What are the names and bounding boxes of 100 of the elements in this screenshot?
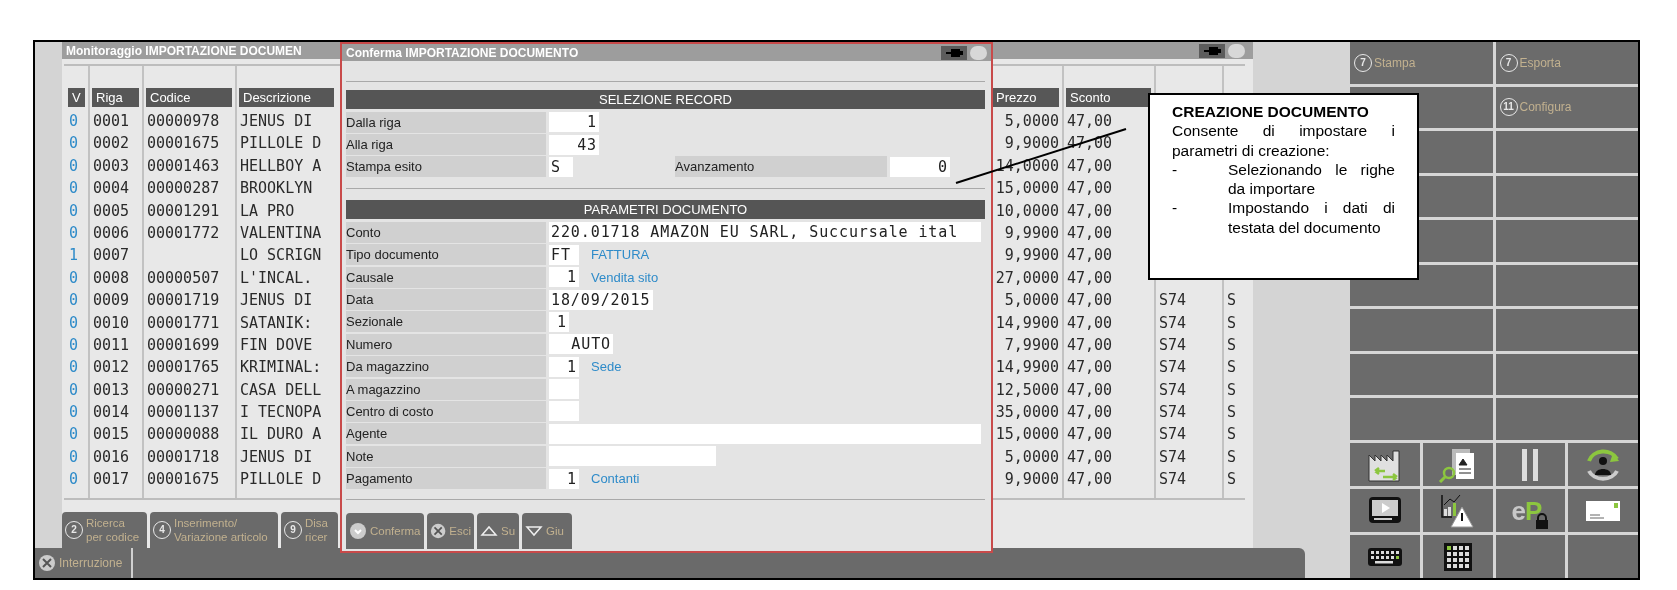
list-bullet: - bbox=[1172, 159, 1179, 180]
table-cell-text: 00001765 bbox=[146, 357, 221, 379]
table-cell-text: 47,00 bbox=[1066, 155, 1114, 177]
column-header: V bbox=[68, 88, 85, 107]
table-cell-text: 00001137 bbox=[146, 402, 221, 424]
table-cell-text: S74 bbox=[1158, 290, 1188, 312]
table-cell-text: 00001675 bbox=[146, 469, 221, 491]
table-cell-text: S bbox=[1226, 290, 1238, 312]
table-cell-text: L'INCAL. bbox=[239, 267, 314, 289]
function-key-button[interactable]: 7 Stampa bbox=[1354, 53, 1416, 72]
table-cell-text: 00000978 bbox=[146, 111, 221, 132]
table-cell-text: 47,00 bbox=[1066, 424, 1114, 446]
table-cell-text: 5,0000 bbox=[1003, 290, 1060, 312]
input-field[interactable] bbox=[549, 423, 981, 444]
table-cell-text: 0007 bbox=[92, 245, 131, 267]
table-cell-text: 00001675 bbox=[146, 133, 221, 155]
input-field[interactable]: 220.01718 AMAZON EU SARL, Succursale ital bbox=[549, 222, 981, 243]
table-cell-text: 0015 bbox=[92, 424, 131, 446]
table-cell-text: HELLBOY A bbox=[239, 155, 323, 177]
table-cell-text: 47,00 bbox=[1066, 111, 1114, 132]
table-cell-text: 47,00 bbox=[1066, 245, 1114, 267]
table-cell-text: 0 bbox=[68, 469, 80, 491]
table-cell-text: 00001772 bbox=[146, 222, 221, 244]
table-cell-text: S74 bbox=[1158, 469, 1188, 491]
table-cell-text: S bbox=[1226, 446, 1238, 468]
table-cell-text: S74 bbox=[1158, 312, 1188, 334]
input-field[interactable]: 0 bbox=[890, 156, 950, 177]
table-cell-text: 47,00 bbox=[1066, 334, 1114, 356]
table-cell-text: 47,00 bbox=[1066, 222, 1114, 244]
table-cell-text: 0 bbox=[68, 222, 80, 244]
field-label: A magazzino bbox=[346, 378, 546, 400]
table-cell-text: JENUS DI bbox=[239, 111, 314, 132]
input-field[interactable]: FT bbox=[549, 244, 579, 265]
table-cell-text: S bbox=[1226, 402, 1238, 424]
input-field[interactable]: 1 bbox=[549, 112, 599, 133]
pin-icon[interactable] bbox=[1199, 43, 1225, 58]
table-cell-text: 47,00 bbox=[1066, 357, 1114, 379]
table-cell-text: 9,9900 bbox=[1003, 222, 1060, 244]
input-field[interactable]: AUTO bbox=[549, 334, 613, 355]
table-cell-text: 00000287 bbox=[146, 178, 221, 200]
list-item-text: Selezionando le righe da importare bbox=[1228, 159, 1395, 199]
table-cell-text: PILLOLE D bbox=[239, 469, 323, 491]
input-field[interactable]: 1 bbox=[549, 468, 579, 489]
table-cell-text: 0 bbox=[68, 290, 80, 312]
input-field[interactable] bbox=[549, 401, 579, 422]
table-cell-text: 0 bbox=[68, 155, 80, 177]
input-field[interactable]: 43 bbox=[549, 134, 599, 155]
table-cell-text: 0 bbox=[68, 267, 80, 289]
field-label: Agente bbox=[346, 423, 546, 445]
table-cell-text: 00000088 bbox=[146, 424, 221, 446]
column-header: Riga bbox=[92, 88, 139, 107]
table-cell-text: S bbox=[1226, 334, 1238, 356]
function-key-button[interactable]: 7 Esporta bbox=[1499, 53, 1561, 72]
table-cell-text: S74 bbox=[1158, 379, 1188, 401]
table-cell-text: 0003 bbox=[92, 155, 131, 177]
table-cell-text: 0 bbox=[68, 446, 80, 468]
close-circle-icon bbox=[38, 554, 56, 572]
table-cell-text: 35,0000 bbox=[994, 402, 1060, 424]
input-field[interactable] bbox=[549, 379, 579, 400]
table-cell-text: 5,0000 bbox=[1003, 111, 1060, 132]
table-cell-text: KRIMINAL: bbox=[239, 357, 323, 379]
panel-slot bbox=[1568, 535, 1638, 578]
table-cell-text: FIN DOVE bbox=[239, 334, 314, 356]
column-header: Codice bbox=[146, 88, 232, 107]
section-header: SELEZIONE RECORD bbox=[346, 90, 985, 109]
table-cell-text: 7,9900 bbox=[1003, 334, 1060, 356]
table-cell-text: 47,00 bbox=[1066, 312, 1114, 334]
table-cell-text: 0 bbox=[68, 334, 80, 356]
table-cell-text: 0008 bbox=[92, 267, 131, 289]
input-field[interactable]: 1 bbox=[549, 311, 569, 332]
table-cell-text: S bbox=[1226, 379, 1238, 401]
table-cell-text: I TECNOPA bbox=[239, 402, 323, 424]
input-field[interactable] bbox=[549, 446, 716, 467]
table-cell-text: 0 bbox=[68, 424, 80, 446]
table-cell-text: SATANIK: bbox=[239, 312, 314, 334]
pin-icon[interactable] bbox=[941, 45, 967, 60]
table-cell-text: 0012 bbox=[92, 357, 131, 379]
table-cell-text: S bbox=[1226, 312, 1238, 334]
table-cell-text: S74 bbox=[1158, 402, 1188, 424]
table-cell-text: 0013 bbox=[92, 379, 131, 401]
input-field[interactable]: 18/09/2015 bbox=[549, 289, 653, 310]
field-label: Numero bbox=[346, 333, 546, 355]
field-label: Tipo documento bbox=[346, 244, 546, 266]
table-cell-text: 9,9900 bbox=[1003, 245, 1060, 267]
table-cell-text: 47,00 bbox=[1066, 200, 1114, 222]
field-label: Avanzamento bbox=[675, 156, 887, 178]
input-field[interactable]: 1 bbox=[549, 267, 579, 288]
table-cell-text: S bbox=[1226, 424, 1238, 446]
table-cell-text: 47,00 bbox=[1066, 178, 1114, 200]
table-cell-text: JENUS DI bbox=[239, 446, 314, 468]
input-field[interactable]: S bbox=[549, 156, 573, 177]
table-cell-text: 10,0000 bbox=[994, 200, 1060, 222]
table-cell-text: 0002 bbox=[92, 133, 131, 155]
table-cell-text: S bbox=[1226, 469, 1238, 491]
field-description: Sede bbox=[591, 359, 622, 375]
function-key-button[interactable]: 11 Configura bbox=[1499, 98, 1572, 117]
table-cell-text: 0017 bbox=[92, 469, 131, 491]
table-cell-text: 0 bbox=[68, 357, 80, 379]
input-field[interactable]: 1 bbox=[549, 356, 579, 377]
table-cell-text: 27,0000 bbox=[994, 267, 1060, 289]
